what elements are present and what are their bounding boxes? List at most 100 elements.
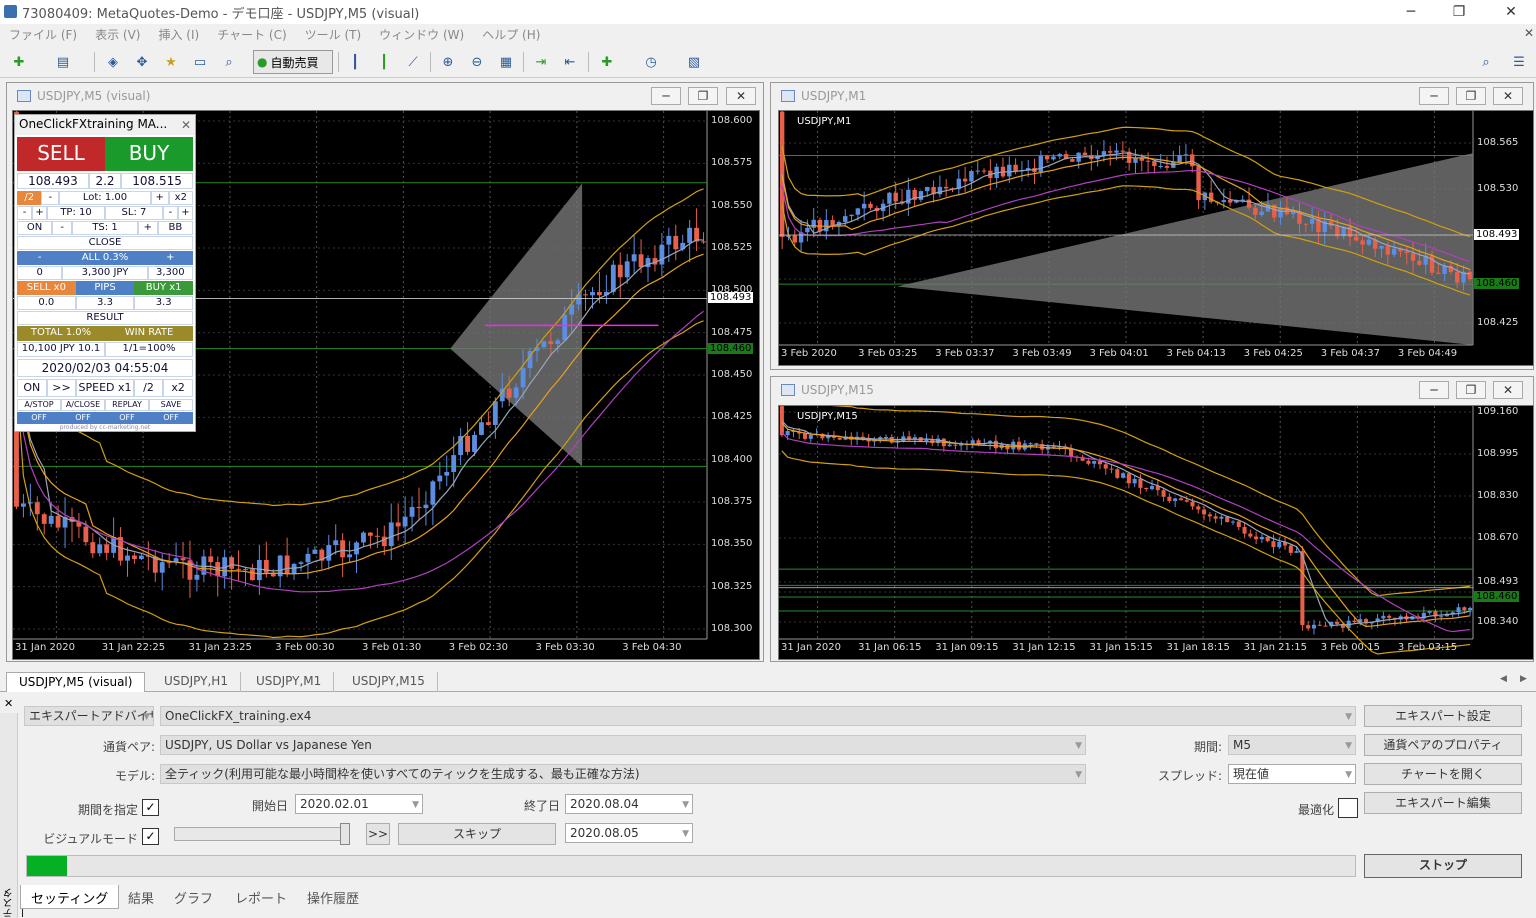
menu-insert[interactable]: 挿入 (I) <box>149 26 208 43</box>
close-button[interactable]: CLOSE <box>17 236 193 250</box>
minimize-icon[interactable]: ─ <box>1419 381 1449 399</box>
modify-expert-button[interactable]: エキスパート編集 <box>1364 792 1522 814</box>
zoom-in-icon[interactable]: ⊕ <box>437 51 459 73</box>
close-icon[interactable]: ✕ <box>726 87 756 105</box>
panel-close-icon[interactable]: ✕ <box>181 118 191 132</box>
menu-window[interactable]: ウィンドウ (W) <box>370 26 473 43</box>
period-select[interactable]: M5 ▼ <box>1228 735 1356 755</box>
ts-minus-button[interactable]: - <box>52 221 73 235</box>
stop-button[interactable]: ストップ <box>1364 854 1522 878</box>
skip-button[interactable]: スキップ <box>398 823 556 845</box>
periods-icon[interactable]: ◷ <box>640 51 662 73</box>
all-close-button[interactable]: ALL 0.3% <box>62 251 148 265</box>
lot-half-button[interactable]: /2 <box>17 191 42 205</box>
sell-button[interactable]: SELL <box>17 137 105 171</box>
save-toggle[interactable]: OFF <box>149 412 193 424</box>
model-select[interactable]: 全ティック(利用可能な最小時間枠を使いすべてのティックを生成する、最も正確な方法… <box>160 764 1086 784</box>
minimize-icon[interactable]: ─ <box>651 87 681 105</box>
spread-select[interactable]: 現在値 ▼ <box>1228 764 1356 784</box>
menu-tools[interactable]: ツール (T) <box>296 26 371 43</box>
line-chart-icon[interactable]: ⟋ <box>402 51 424 73</box>
expert-file-select[interactable]: OneClickFX_training.ex4 ▼ <box>160 706 1356 726</box>
close-icon[interactable]: ✕ <box>1493 87 1523 105</box>
chat-icon[interactable]: ☰ <box>1508 51 1530 73</box>
menu-view[interactable]: 表示 (V) <box>86 26 149 43</box>
speed-slider-track[interactable] <box>174 827 350 841</box>
tab-usdjpy-h1[interactable]: USDJPY,H1 <box>152 672 241 692</box>
ts-on-button[interactable]: ON <box>17 221 53 235</box>
restore-icon[interactable]: ❐ <box>1456 87 1486 105</box>
tab-usdjpy-m15[interactable]: USDJPY,M15 <box>340 672 438 692</box>
use-date-checkbox[interactable]: ✓ <box>142 799 159 816</box>
search-icon[interactable]: ⌕ <box>1475 51 1497 73</box>
speed-double-button[interactable]: x2 <box>163 379 194 397</box>
auto-scroll-icon[interactable]: ⇥ <box>530 51 552 73</box>
lot-plus-button[interactable]: + <box>150 191 169 205</box>
to-date-field[interactable]: 2020.08.04 ▼ <box>565 794 693 814</box>
chart-shift-icon[interactable]: ⇤ <box>559 51 581 73</box>
skip-ff-button[interactable]: >> <box>366 823 390 845</box>
restore-icon[interactable]: ❐ <box>688 87 718 105</box>
tester-mode-select[interactable]: エキスパートアドバイザ ▼ <box>24 706 154 726</box>
bb-button[interactable]: BB <box>157 221 193 235</box>
open-chart-button[interactable]: チャートを開く <box>1364 763 1522 785</box>
lot-minus-button[interactable]: - <box>41 191 60 205</box>
chart-m1[interactable]: USDJPY,M1 <box>778 110 1534 366</box>
symbol-properties-button[interactable]: 通貨ペアのプロパティ <box>1364 734 1522 756</box>
tp-minus-button[interactable]: - <box>17 206 33 220</box>
lot-double-button[interactable]: x2 <box>168 191 194 205</box>
tab-journal[interactable]: 操作履歴 <box>297 885 369 909</box>
chart-m15[interactable]: USDJPY,M15 <box>778 405 1534 660</box>
close-icon[interactable]: ✕ <box>1488 0 1534 24</box>
tile-windows-icon[interactable]: ▦ <box>495 51 517 73</box>
market-watch-icon[interactable]: ◈ <box>102 51 124 73</box>
tab-scroll-left-icon[interactable]: ◀ <box>1500 674 1507 684</box>
menu-file[interactable]: ファイル (F) <box>0 26 86 43</box>
symbol-select[interactable]: USDJPY, US Dollar vs Japanese Yen ▼ <box>160 735 1086 755</box>
indicators-icon[interactable]: ✚ <box>596 51 618 73</box>
profiles-icon[interactable]: ▤ <box>52 51 74 73</box>
tab-usdjpy-m5[interactable]: USDJPY,M5 (visual) <box>6 672 146 692</box>
tab-settings[interactable]: セッティング <box>20 885 120 909</box>
new-chart-icon[interactable]: ✚ <box>8 51 30 73</box>
all-plus-button[interactable]: + <box>147 251 193 265</box>
menu-close-icon[interactable]: ✕ <box>1515 26 1536 40</box>
expert-properties-button[interactable]: エキスパート設定 <box>1364 705 1522 727</box>
buy-count[interactable]: BUY x1 <box>134 281 194 295</box>
sell-count[interactable]: SELL x0 <box>17 281 76 295</box>
menu-chart[interactable]: チャート (C) <box>208 26 295 43</box>
optimize-checkbox[interactable] <box>1338 798 1358 818</box>
replay-toggle[interactable]: OFF <box>105 412 149 424</box>
speed-half-button[interactable]: /2 <box>133 379 164 397</box>
replay-ff-button[interactable]: >> <box>46 379 77 397</box>
close-icon[interactable]: ✕ <box>1493 381 1523 399</box>
tab-graph[interactable]: グラフ <box>164 885 223 909</box>
buy-button[interactable]: BUY <box>105 137 193 171</box>
autotrade-button[interactable]: ● 自動売買 <box>253 50 333 74</box>
candlestick-icon[interactable]: ┃ <box>373 51 395 73</box>
bar-chart-icon[interactable]: ┃ <box>344 51 366 73</box>
replay-on-button[interactable]: ON <box>17 379 47 397</box>
all-minus-button[interactable]: - <box>17 251 63 265</box>
tab-scroll-right-icon[interactable]: ▶ <box>1520 674 1527 684</box>
minimize-icon[interactable]: ─ <box>1388 0 1434 24</box>
speed-slider-thumb[interactable] <box>340 823 350 845</box>
skip-date-field[interactable]: 2020.08.05 ▼ <box>565 823 693 843</box>
tab-usdjpy-m1[interactable]: USDJPY,M1 <box>244 672 335 692</box>
menu-help[interactable]: ヘルプ (H) <box>473 26 549 43</box>
templates-icon[interactable]: ▧ <box>683 51 705 73</box>
from-date-field[interactable]: 2020.02.01 ▼ <box>295 794 423 814</box>
tp-plus-button[interactable]: + <box>32 206 48 220</box>
aclose-toggle[interactable]: OFF <box>61 412 105 424</box>
tab-results[interactable]: 結果 <box>118 885 164 909</box>
ts-plus-button[interactable]: + <box>137 221 158 235</box>
sl-minus-button[interactable]: - <box>162 206 178 220</box>
minimize-icon[interactable]: ─ <box>1419 87 1449 105</box>
sl-plus-button[interactable]: + <box>177 206 193 220</box>
navigator-icon[interactable]: ★ <box>160 51 182 73</box>
zoom-out-icon[interactable]: ⊖ <box>466 51 488 73</box>
restore-icon[interactable]: ❐ <box>1436 0 1482 24</box>
visual-mode-checkbox[interactable]: ✓ <box>142 828 159 845</box>
data-window-icon[interactable]: ✥ <box>131 51 153 73</box>
tester-close-icon[interactable]: ✕ <box>4 697 13 710</box>
